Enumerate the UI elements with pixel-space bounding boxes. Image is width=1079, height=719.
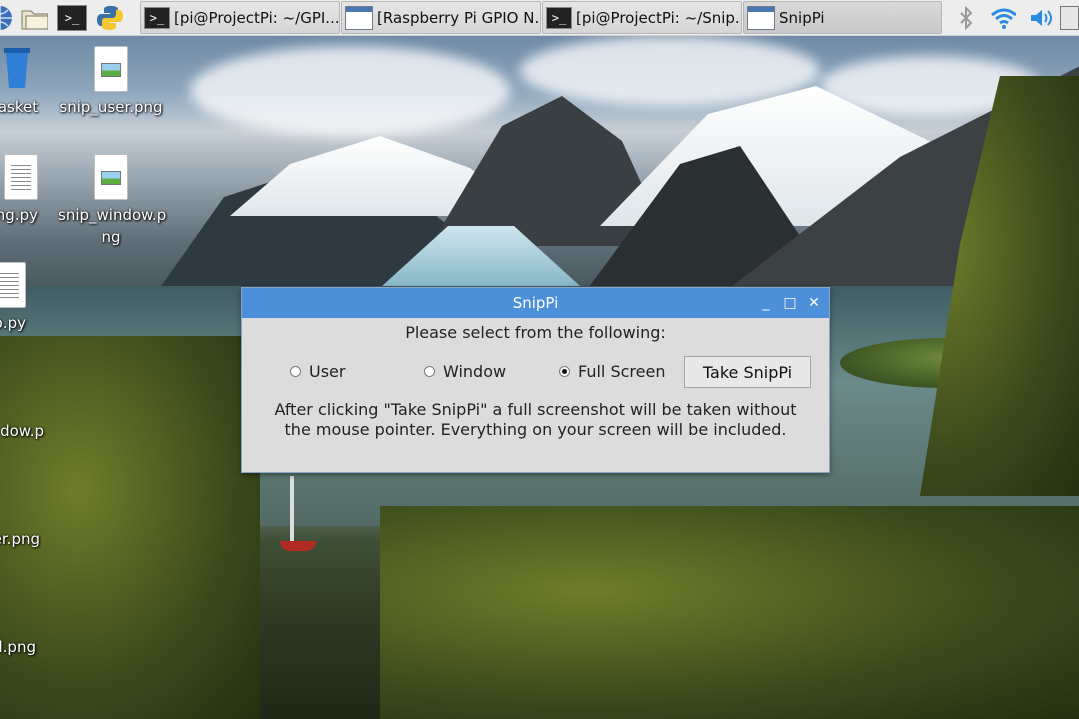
python-icon[interactable]	[96, 4, 124, 32]
radio-label-window: Window	[443, 362, 507, 381]
task-button-terminal-snippi[interactable]: >_ [pi@ProjectPi: ~/Snip...	[542, 1, 742, 34]
image-file-icon	[94, 154, 128, 200]
radio-option-user[interactable]: User	[290, 362, 345, 381]
cpu-monitor-icon[interactable]	[1060, 5, 1079, 31]
desktop-icon-p-py[interactable]: p.py	[0, 262, 26, 334]
terminal-icon[interactable]: >_	[57, 4, 87, 32]
taskbar: >_ >_ [pi@ProjectPi: ~/GPI... [Raspberry…	[0, 0, 1079, 36]
task-button-terminal-gpio[interactable]: >_ [pi@ProjectPi: ~/GPI...	[140, 1, 340, 34]
window-icon	[345, 5, 373, 30]
dialog-prompt: Please select from the following:	[405, 323, 666, 342]
volume-icon[interactable]	[1028, 5, 1054, 31]
radio-label-user: User	[309, 362, 346, 381]
desktop-icon-snip-window[interactable]: snip_window.p ng	[58, 154, 167, 248]
task-button-snippi[interactable]: SnipPi	[743, 1, 942, 34]
maximize-button[interactable]: □	[781, 294, 799, 312]
desktop-icon-dow[interactable]: dow.p	[0, 370, 44, 442]
desktop-icon-label: dow.p	[0, 422, 44, 440]
task-button-gpio-notes[interactable]: [Raspberry Pi GPIO N...	[341, 1, 541, 34]
python-file-icon	[4, 154, 38, 200]
window-icon	[747, 5, 775, 30]
desktop-icon-label: ng.py	[0, 206, 38, 224]
task-label: [Raspberry Pi GPIO N...	[377, 8, 540, 27]
radio-button-user[interactable]	[290, 366, 301, 377]
desktop-icon-label: er.png	[0, 530, 40, 548]
desktop-icon-label: p.py	[0, 314, 26, 332]
folder-icon[interactable]	[20, 4, 48, 32]
dialog-description: After clicking "Take SnipPi" a full scre…	[262, 400, 809, 440]
radio-button-window[interactable]	[424, 366, 435, 377]
desktop-icon-label: snip_window.p	[58, 206, 167, 224]
take-snippi-button[interactable]: Take SnipPi	[684, 356, 811, 388]
terminal-icon: >_	[144, 6, 170, 29]
desktop-icon-trash[interactable]: asket	[0, 46, 48, 118]
desktop-icon-label-line2: ng	[101, 228, 121, 246]
terminal-icon: >_	[546, 6, 572, 29]
desktop-icon-l-png[interactable]: l.png	[0, 586, 36, 658]
description-line-2: the mouse pointer. Everything on your sc…	[284, 420, 787, 439]
minimize-button[interactable]: _	[757, 294, 775, 312]
python-file-icon	[0, 262, 26, 308]
desktop-icon-label: l.png	[0, 638, 36, 656]
task-label: [pi@ProjectPi: ~/Snip...	[576, 8, 741, 27]
globe-icon[interactable]	[0, 4, 14, 32]
desktop-icon-er-png[interactable]: er.png	[0, 478, 40, 550]
close-button[interactable]: ✕	[805, 294, 823, 312]
desktop-icon-snip-user[interactable]: snip_user.png	[58, 46, 164, 118]
desktop-icon-label: asket	[0, 98, 39, 116]
dialog-title: SnipPi	[512, 294, 559, 312]
description-line-1: After clicking "Take SnipPi" a full scre…	[274, 400, 797, 419]
radio-label-full-screen: Full Screen	[578, 362, 666, 381]
desktop-icon-label: snip_user.png	[59, 98, 163, 116]
radio-option-full-screen[interactable]: Full Screen	[559, 362, 665, 381]
task-label: SnipPi	[779, 8, 825, 27]
bluetooth-icon[interactable]	[953, 5, 979, 31]
dialog-titlebar[interactable]: SnipPi _ □ ✕	[242, 288, 829, 318]
task-label: [pi@ProjectPi: ~/GPI...	[174, 8, 339, 27]
snippi-dialog: SnipPi _ □ ✕ Please select from the foll…	[241, 287, 830, 473]
trash-icon	[3, 46, 33, 92]
desktop-icon-ng-py[interactable]: ng.py	[0, 154, 38, 226]
wifi-icon[interactable]	[990, 5, 1016, 31]
radio-option-window[interactable]: Window	[424, 362, 506, 381]
image-file-icon	[94, 46, 128, 92]
radio-button-full-screen[interactable]	[559, 366, 570, 377]
